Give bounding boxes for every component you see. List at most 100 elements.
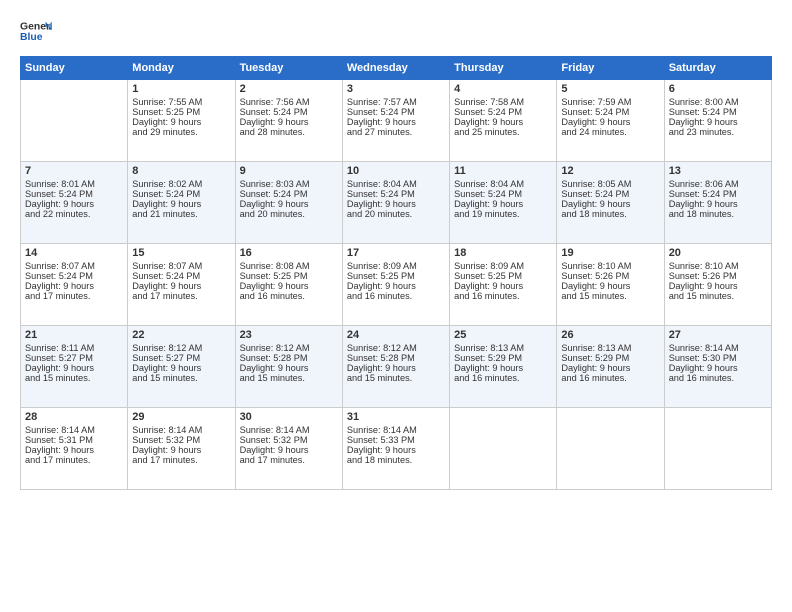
- cell-week4-day1: 21Sunrise: 8:11 AMSunset: 5:27 PMDayligh…: [21, 326, 128, 408]
- day-number: 7: [25, 165, 123, 177]
- cell-week4-day7: 27Sunrise: 8:14 AMSunset: 5:30 PMDayligh…: [664, 326, 771, 408]
- day-number: 1: [132, 83, 230, 95]
- day-number: 22: [132, 329, 230, 341]
- day-info-line: Sunset: 5:28 PM: [240, 353, 338, 363]
- day-info-line: Sunrise: 8:07 AM: [25, 261, 123, 271]
- header-row: SundayMondayTuesdayWednesdayThursdayFrid…: [21, 57, 772, 80]
- day-number: 30: [240, 411, 338, 423]
- cell-week3-day5: 18Sunrise: 8:09 AMSunset: 5:25 PMDayligh…: [450, 244, 557, 326]
- calendar-table: SundayMondayTuesdayWednesdayThursdayFrid…: [20, 56, 772, 490]
- day-info-line: and 15 minutes.: [669, 291, 767, 301]
- day-info-line: and 17 minutes.: [132, 291, 230, 301]
- day-number: 13: [669, 165, 767, 177]
- day-info-line: Sunset: 5:29 PM: [561, 353, 659, 363]
- cell-week1-day5: 4Sunrise: 7:58 AMSunset: 5:24 PMDaylight…: [450, 80, 557, 162]
- day-info-line: Daylight: 9 hours: [454, 199, 552, 209]
- col-header-tuesday: Tuesday: [235, 57, 342, 80]
- day-info-line: and 15 minutes.: [240, 373, 338, 383]
- cell-week3-day3: 16Sunrise: 8:08 AMSunset: 5:25 PMDayligh…: [235, 244, 342, 326]
- day-info-line: Daylight: 9 hours: [454, 363, 552, 373]
- day-info-line: Sunrise: 8:12 AM: [347, 343, 445, 353]
- day-info-line: and 16 minutes.: [561, 373, 659, 383]
- day-info-line: Daylight: 9 hours: [561, 281, 659, 291]
- day-info-line: Sunset: 5:24 PM: [454, 107, 552, 117]
- day-number: 23: [240, 329, 338, 341]
- week-row-4: 21Sunrise: 8:11 AMSunset: 5:27 PMDayligh…: [21, 326, 772, 408]
- day-info-line: and 15 minutes.: [132, 373, 230, 383]
- day-info-line: and 22 minutes.: [25, 209, 123, 219]
- cell-week4-day2: 22Sunrise: 8:12 AMSunset: 5:27 PMDayligh…: [128, 326, 235, 408]
- day-info-line: Daylight: 9 hours: [132, 445, 230, 455]
- col-header-friday: Friday: [557, 57, 664, 80]
- day-info-line: Sunset: 5:24 PM: [132, 271, 230, 281]
- week-row-2: 7Sunrise: 8:01 AMSunset: 5:24 PMDaylight…: [21, 162, 772, 244]
- day-info-line: Sunrise: 8:02 AM: [132, 179, 230, 189]
- cell-week4-day4: 24Sunrise: 8:12 AMSunset: 5:28 PMDayligh…: [342, 326, 449, 408]
- day-info-line: Sunrise: 8:14 AM: [132, 425, 230, 435]
- day-info-line: Sunrise: 8:14 AM: [669, 343, 767, 353]
- day-info-line: and 20 minutes.: [347, 209, 445, 219]
- day-info-line: Sunrise: 8:12 AM: [240, 343, 338, 353]
- day-info-line: Sunrise: 8:13 AM: [454, 343, 552, 353]
- day-number: 20: [669, 247, 767, 259]
- day-info-line: Sunrise: 8:10 AM: [561, 261, 659, 271]
- cell-week1-day2: 1Sunrise: 7:55 AMSunset: 5:25 PMDaylight…: [128, 80, 235, 162]
- day-info-line: Sunset: 5:24 PM: [669, 189, 767, 199]
- day-info-line: Sunset: 5:26 PM: [669, 271, 767, 281]
- day-info-line: and 23 minutes.: [669, 127, 767, 137]
- day-info-line: Daylight: 9 hours: [240, 281, 338, 291]
- day-info-line: and 16 minutes.: [454, 291, 552, 301]
- day-number: 25: [454, 329, 552, 341]
- day-info-line: Sunset: 5:24 PM: [25, 271, 123, 281]
- day-info-line: Daylight: 9 hours: [132, 281, 230, 291]
- page: General Blue SundayMondayTuesdayWednesda…: [0, 0, 792, 612]
- day-info-line: Sunrise: 7:55 AM: [132, 97, 230, 107]
- day-info-line: Sunset: 5:31 PM: [25, 435, 123, 445]
- week-row-5: 28Sunrise: 8:14 AMSunset: 5:31 PMDayligh…: [21, 408, 772, 490]
- day-info-line: Sunrise: 8:08 AM: [240, 261, 338, 271]
- day-info-line: and 19 minutes.: [454, 209, 552, 219]
- cell-week1-day3: 2Sunrise: 7:56 AMSunset: 5:24 PMDaylight…: [235, 80, 342, 162]
- day-number: 26: [561, 329, 659, 341]
- day-info-line: Daylight: 9 hours: [669, 117, 767, 127]
- col-header-wednesday: Wednesday: [342, 57, 449, 80]
- day-info-line: Sunrise: 8:14 AM: [240, 425, 338, 435]
- cell-week3-day4: 17Sunrise: 8:09 AMSunset: 5:25 PMDayligh…: [342, 244, 449, 326]
- day-info-line: Daylight: 9 hours: [240, 363, 338, 373]
- day-info-line: Daylight: 9 hours: [454, 117, 552, 127]
- day-info-line: Sunset: 5:24 PM: [25, 189, 123, 199]
- cell-week1-day4: 3Sunrise: 7:57 AMSunset: 5:24 PMDaylight…: [342, 80, 449, 162]
- day-number: 11: [454, 165, 552, 177]
- day-number: 9: [240, 165, 338, 177]
- day-info-line: Sunset: 5:27 PM: [132, 353, 230, 363]
- day-info-line: Sunset: 5:24 PM: [669, 107, 767, 117]
- day-info-line: Sunrise: 8:03 AM: [240, 179, 338, 189]
- day-info-line: Daylight: 9 hours: [561, 117, 659, 127]
- cell-week3-day1: 14Sunrise: 8:07 AMSunset: 5:24 PMDayligh…: [21, 244, 128, 326]
- day-info-line: Daylight: 9 hours: [25, 445, 123, 455]
- cell-week1-day1: [21, 80, 128, 162]
- day-info-line: Daylight: 9 hours: [347, 445, 445, 455]
- day-number: 8: [132, 165, 230, 177]
- cell-week3-day6: 19Sunrise: 8:10 AMSunset: 5:26 PMDayligh…: [557, 244, 664, 326]
- day-number: 16: [240, 247, 338, 259]
- day-info-line: Sunrise: 8:04 AM: [347, 179, 445, 189]
- day-info-line: and 18 minutes.: [669, 209, 767, 219]
- day-info-line: Sunrise: 8:10 AM: [669, 261, 767, 271]
- day-info-line: and 15 minutes.: [561, 291, 659, 301]
- day-info-line: Sunset: 5:32 PM: [240, 435, 338, 445]
- col-header-monday: Monday: [128, 57, 235, 80]
- day-info-line: Sunrise: 8:09 AM: [347, 261, 445, 271]
- day-info-line: Sunset: 5:25 PM: [454, 271, 552, 281]
- cell-week5-day6: [557, 408, 664, 490]
- cell-week2-day2: 8Sunrise: 8:02 AMSunset: 5:24 PMDaylight…: [128, 162, 235, 244]
- day-info-line: Daylight: 9 hours: [132, 363, 230, 373]
- cell-week4-day5: 25Sunrise: 8:13 AMSunset: 5:29 PMDayligh…: [450, 326, 557, 408]
- day-info-line: Daylight: 9 hours: [240, 199, 338, 209]
- svg-text:Blue: Blue: [20, 32, 43, 43]
- day-info-line: Sunrise: 8:01 AM: [25, 179, 123, 189]
- day-number: 24: [347, 329, 445, 341]
- day-number: 14: [25, 247, 123, 259]
- day-info-line: Daylight: 9 hours: [132, 117, 230, 127]
- day-info-line: Sunrise: 8:00 AM: [669, 97, 767, 107]
